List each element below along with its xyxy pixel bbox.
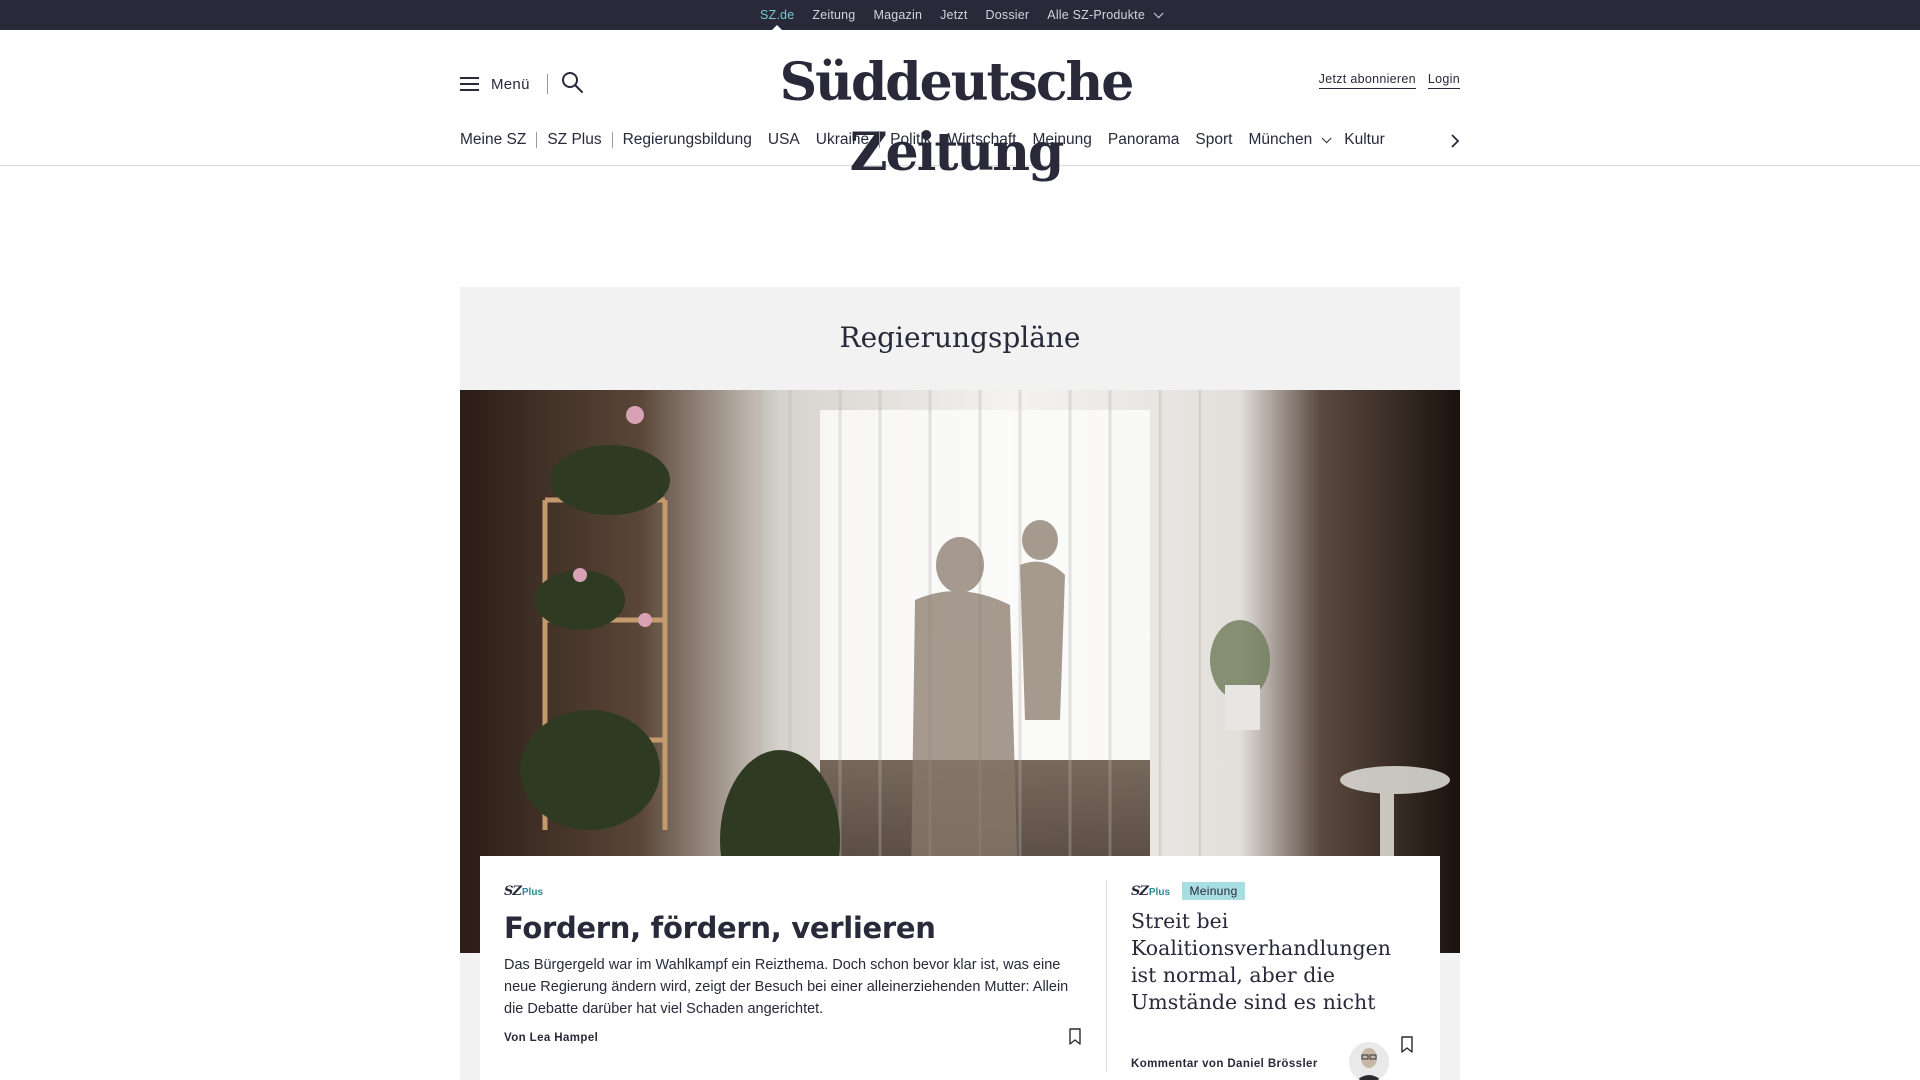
nav-item-politik[interactable]: Politik xyxy=(890,131,931,149)
opinion-meta: SZ Plus Meinung xyxy=(1131,882,1421,900)
header-divider xyxy=(547,74,548,94)
nav-item-sz-plus[interactable]: SZ Plus xyxy=(547,131,601,149)
lead-headline[interactable]: Fordern, fördern, verlieren xyxy=(504,910,1084,946)
bookmark-icon[interactable] xyxy=(1068,1028,1082,1046)
sz-plus-logo-plus: Plus xyxy=(1148,887,1171,899)
product-links: SZ.de Zeitung Magazin Jetzt Dossier Alle… xyxy=(0,0,1920,31)
product-bar: SZ.de Zeitung Magazin Jetzt Dossier Alle… xyxy=(0,0,1920,31)
section-nav: Meine SZ SZ Plus Regierungsbildung USA U… xyxy=(460,126,1460,154)
login-link[interactable]: Login xyxy=(1427,72,1460,89)
bookmark-icon[interactable] xyxy=(1400,1036,1414,1054)
product-link-magazin[interactable]: Magazin xyxy=(873,0,922,30)
site-logo[interactable]: Süddeutsche Zeitung xyxy=(716,48,1196,183)
opinion-author: Kommentar von Daniel Brössler xyxy=(1131,1058,1318,1070)
nav-divider xyxy=(536,132,538,148)
product-link-alle-produkte-label: Alle SZ-Produkte xyxy=(1047,8,1145,22)
search-icon[interactable] xyxy=(560,70,584,94)
chevron-down-icon xyxy=(1321,132,1332,143)
menu-button[interactable]: Menü xyxy=(460,72,530,96)
topic-title: Regierungspläne xyxy=(839,321,1081,354)
site-header: Menü Süddeutsche Zeitung Jetzt abonniere… xyxy=(0,30,1920,183)
sz-plus-logo: SZ Plus xyxy=(504,884,543,900)
nav-item-sport[interactable]: Sport xyxy=(1195,131,1232,149)
lead-teaser: Das Bürgergeld war im Wahlkampf ein Reiz… xyxy=(504,957,1069,1017)
lead-article[interactable]: SZ Plus Fordern, fördern, verlieren Das B… xyxy=(504,882,1084,1044)
chevron-right-icon[interactable] xyxy=(1448,134,1462,148)
sz-plus-logo-plus: Plus xyxy=(521,887,544,898)
opinion-article[interactable]: SZ Plus Meinung Streit bei Koalitionsverh… xyxy=(1131,882,1421,1080)
product-link-zeitung[interactable]: Zeitung xyxy=(812,0,855,30)
card-divider xyxy=(1106,880,1107,1072)
hamburger-icon xyxy=(460,76,479,92)
nav-item-regierungsbildung[interactable]: Regierungsbildung xyxy=(623,131,752,149)
teaser-card: SZ Plus Fordern, fördern, verlieren Das B… xyxy=(480,856,1440,1080)
nav-item-kultur[interactable]: Kultur xyxy=(1344,131,1385,149)
nav-item-wirtschaft[interactable]: Wirtschaft xyxy=(948,131,1017,149)
menu-label: Menü xyxy=(491,75,530,93)
opinion-badge: Meinung xyxy=(1182,882,1245,900)
author-avatar xyxy=(1349,1042,1389,1080)
product-link-dossier[interactable]: Dossier xyxy=(986,0,1030,30)
lead-author: Von Lea Hampel xyxy=(504,1032,599,1044)
nav-item-usa[interactable]: USA xyxy=(768,131,800,149)
sz-plus-logo-sz: SZ xyxy=(1131,884,1149,900)
nav-item-ukraine[interactable]: Ukraine xyxy=(816,131,869,149)
subscribe-link[interactable]: Jetzt abonnieren xyxy=(1318,72,1416,89)
product-link-jetzt[interactable]: Jetzt xyxy=(940,0,967,30)
sz-plus-logo-sz: SZ xyxy=(504,884,522,899)
account-links: Jetzt abonnieren Login xyxy=(1318,72,1460,89)
nav-item-muenchen-label: München xyxy=(1248,131,1313,148)
sz-plus-logo: SZ Plus xyxy=(1131,884,1170,900)
product-link-sz-de[interactable]: SZ.de xyxy=(760,0,794,31)
opinion-headline[interactable]: Streit bei Koalitionsverhandlungen ist n… xyxy=(1131,908,1421,1016)
nav-divider xyxy=(879,132,881,148)
nav-divider xyxy=(611,132,613,148)
product-link-alle-produkte[interactable]: Alle SZ-Produkte xyxy=(1047,0,1164,30)
nav-item-meinung[interactable]: Meinung xyxy=(1032,131,1091,149)
nav-item-panorama[interactable]: Panorama xyxy=(1108,131,1180,149)
chevron-down-icon xyxy=(1153,7,1164,18)
nav-item-muenchen[interactable]: München xyxy=(1248,131,1332,149)
nav-item-meine-sz[interactable]: Meine SZ xyxy=(460,131,526,149)
